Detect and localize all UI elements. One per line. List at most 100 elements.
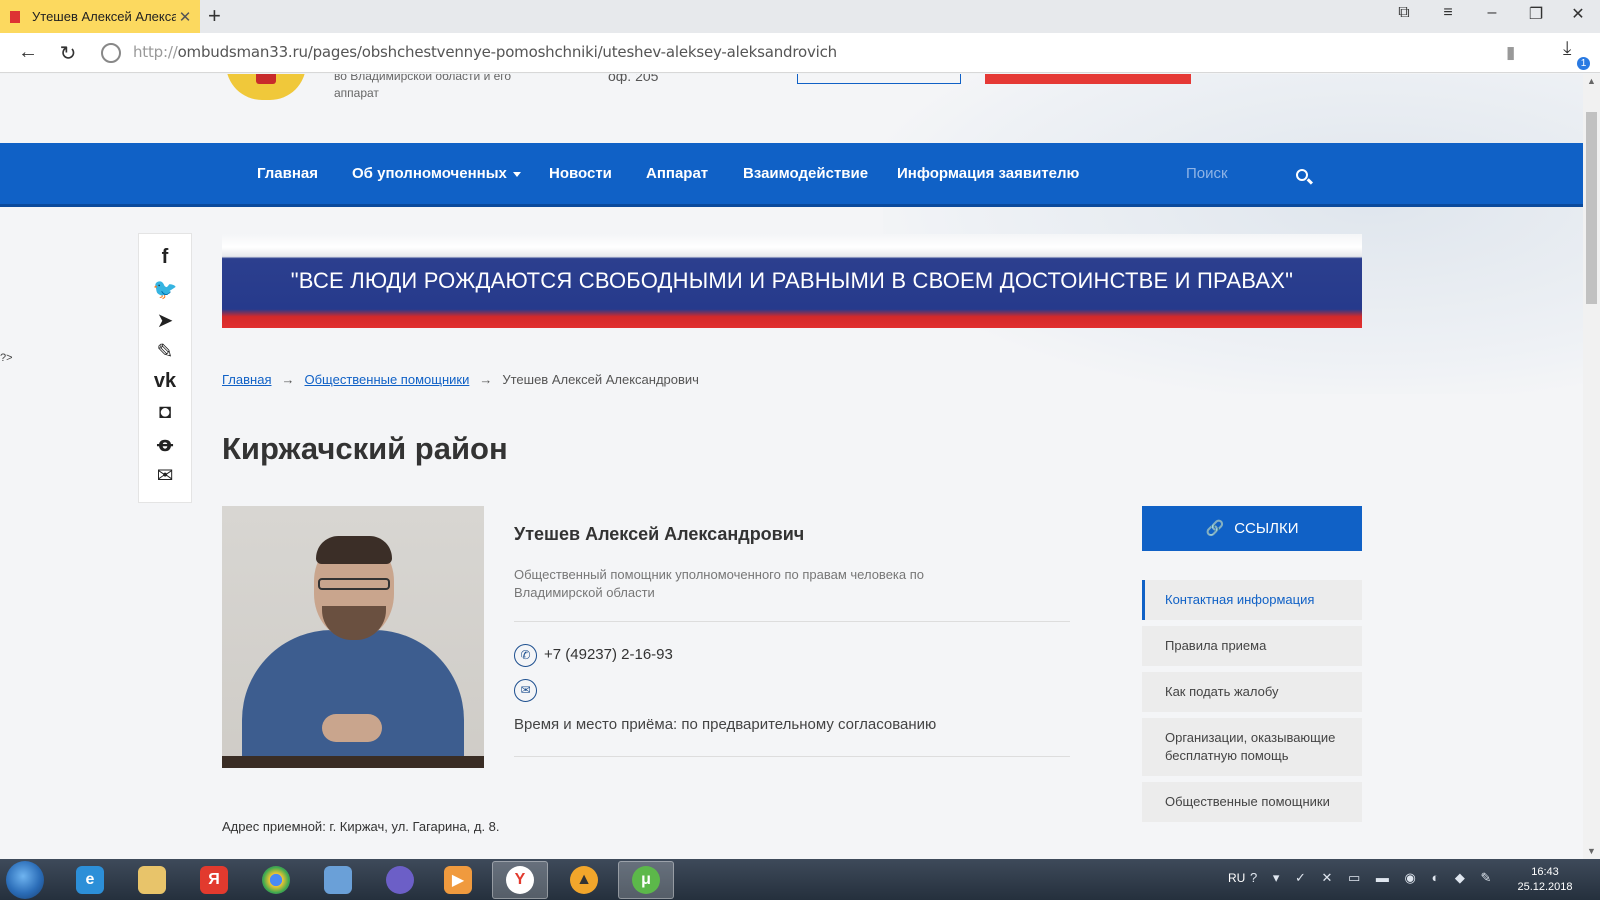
- emblem-logo[interactable]: [226, 74, 306, 100]
- photo-glasses: [318, 578, 390, 590]
- browser-tab-active[interactable]: Утешев Алексей Александрович ✕: [0, 0, 200, 33]
- back-icon[interactable]: ←: [16, 41, 40, 64]
- breadcrumb-section[interactable]: Общественные помощники: [304, 372, 469, 387]
- photo-hands: [322, 714, 382, 742]
- link-reception-rules[interactable]: Правила приема: [1142, 626, 1362, 666]
- scroll-up-icon[interactable]: ▲: [1583, 76, 1600, 86]
- arrow-right-icon: →: [281, 372, 295, 387]
- person-phone[interactable]: +7 (49237) 2-16-93: [544, 646, 673, 663]
- menu-icon[interactable]: ≡: [1436, 4, 1460, 22]
- telegram-icon[interactable]: ➤: [139, 308, 191, 333]
- scroll-down-icon[interactable]: ▼: [1583, 846, 1600, 856]
- envelope-icon[interactable]: ✉: [514, 679, 537, 702]
- nav-about[interactable]: Об уполномоченных: [352, 165, 521, 182]
- odnoklassniki-icon[interactable]: ꝋ: [139, 432, 191, 457]
- taskbar-audio[interactable]: [310, 861, 366, 899]
- breadcrumb-home[interactable]: Главная: [222, 372, 271, 387]
- stray-php-tag: ?>: [0, 352, 13, 364]
- reload-icon[interactable]: ↻: [56, 41, 80, 66]
- divider: [514, 756, 1070, 757]
- taskbar-yandex-browser[interactable]: Y: [492, 861, 548, 899]
- taskbar-ie[interactable]: e: [62, 861, 118, 899]
- bookmark-icon[interactable]: ▮: [1506, 43, 1515, 63]
- chevron-down-icon: [512, 171, 521, 177]
- downloads-icon[interactable]: ⤓: [1563, 38, 1571, 60]
- arrow-right-icon: →: [479, 372, 493, 387]
- page-scrollbar[interactable]: ▲ ▼: [1583, 74, 1600, 859]
- minimize-icon[interactable]: –: [1480, 4, 1504, 22]
- reception-info: Время и место приёма: по предварительном…: [514, 716, 937, 733]
- restore-icon[interactable]: ❐: [1524, 4, 1548, 24]
- hexagon-app-icon: [386, 866, 414, 894]
- clock-date: 25.12.2018: [1517, 881, 1573, 893]
- keyboard-language[interactable]: RU: [1228, 871, 1245, 885]
- pencil-icon[interactable]: ✎: [139, 339, 191, 364]
- start-button[interactable]: [6, 861, 44, 899]
- reception-address: Адрес приемной: г. Киржач, ул. Гагарина,…: [222, 819, 500, 834]
- downloads-count-badge: 1: [1577, 57, 1590, 70]
- photo-hair: [316, 536, 392, 564]
- taskbar-utorrent[interactable]: μ: [618, 861, 674, 899]
- site-favicon-icon: [10, 10, 20, 23]
- taskbar-aimp[interactable]: ▲: [556, 861, 612, 899]
- bookmarks-icon[interactable]: ⧉: [1392, 4, 1416, 22]
- system-tray-icons[interactable]: ? ▾ ✓ ✕ ▭ ▬ ◉ ◐ ◆ ✎: [1250, 870, 1497, 886]
- link-public-assistants[interactable]: Общественные помощники: [1142, 782, 1362, 822]
- taskbar-chrome[interactable]: [248, 861, 304, 899]
- flag-banner: "ВСЕ ЛЮДИ РОЖДАЮТСЯ СВОБОДНЫМИ И РАВНЫМИ…: [222, 234, 1362, 328]
- url-path: ombudsman33.ru/pages/obshchestvennye-pom…: [177, 43, 838, 61]
- email-icon[interactable]: ✉: [139, 463, 191, 488]
- twitter-icon[interactable]: 🐦: [139, 277, 191, 302]
- browser-tabbar: Утешев Алексей Александрович ✕ + ⧉ ≡ – ❐…: [0, 0, 1600, 33]
- banner-quote: "ВСЕ ЛЮДИ РОЖДАЮТСЯ СВОБОДНЫМИ И РАВНЫМИ…: [290, 268, 1294, 293]
- utorrent-icon: μ: [632, 866, 660, 894]
- system-clock[interactable]: 16:43 25.12.2018: [1500, 865, 1590, 895]
- photo-table: [222, 756, 484, 768]
- nav-news[interactable]: Новости: [549, 165, 612, 182]
- header-outline-button[interactable]: [797, 74, 961, 84]
- link-how-to-complain[interactable]: Как подать жалобу: [1142, 672, 1362, 712]
- new-tab-button[interactable]: +: [208, 3, 221, 29]
- breadcrumb-current: Утешев Алексей Александрович: [502, 372, 699, 387]
- phone-icon: ✆: [514, 644, 537, 667]
- header-red-button[interactable]: [985, 74, 1191, 84]
- url-scheme: http://: [133, 43, 178, 61]
- scrollbar-thumb[interactable]: [1586, 112, 1597, 304]
- media-player-icon: ▶: [444, 866, 472, 894]
- nav-interaction[interactable]: Взаимодействие: [743, 165, 868, 182]
- close-window-icon[interactable]: ✕: [1566, 4, 1590, 24]
- close-tab-icon[interactable]: ✕: [176, 8, 194, 26]
- site-header: во Владимирской области и его аппарат оф…: [0, 74, 1583, 143]
- windows-taskbar: e Я ▶ Y ▲ μ RU ? ▾ ✓ ✕ ▭ ▬ ◉ ◐ ◆ ✎ 16:43…: [0, 859, 1600, 900]
- internet-explorer-icon: e: [76, 866, 104, 894]
- links-header: 🔗 ССЫЛКИ: [1142, 506, 1362, 551]
- taskbar-media[interactable]: ▶: [430, 861, 486, 899]
- vk-icon[interactable]: vk: [139, 370, 191, 393]
- links-sidebar: Контактная информация Правила приема Как…: [1142, 580, 1362, 828]
- nav-home[interactable]: Главная: [257, 165, 318, 182]
- divider: [514, 621, 1070, 622]
- yandex-browser-icon: Y: [506, 866, 534, 894]
- search-input[interactable]: Поиск: [1186, 165, 1228, 182]
- instagram-icon[interactable]: ◘: [139, 401, 191, 424]
- folder-icon: [138, 866, 166, 894]
- nav-staff[interactable]: Аппарат: [646, 165, 708, 182]
- taskbar-explorer[interactable]: [124, 861, 180, 899]
- search-icon[interactable]: [1296, 169, 1308, 181]
- url-field[interactable]: http://ombudsman33.ru/pages/obshchestven…: [133, 43, 837, 61]
- nav-applicant-info[interactable]: Информация заявителю: [897, 165, 1079, 182]
- person-name: Утешев Алексей Александрович: [514, 524, 805, 544]
- taskbar-hex-app[interactable]: [372, 861, 428, 899]
- header-org-text: во Владимирской области и его аппарат: [334, 74, 512, 100]
- aimp-icon: ▲: [570, 866, 598, 894]
- link-free-help-orgs[interactable]: Организации, оказывающие бесплатную помо…: [1142, 718, 1362, 776]
- taskbar-yandex-app[interactable]: Я: [186, 861, 242, 899]
- share-panel: f 🐦 ➤ ✎ vk ◘ ꝋ ✉: [138, 233, 192, 503]
- page-title: Киржачский район: [222, 431, 508, 466]
- link-contacts[interactable]: Контактная информация: [1142, 580, 1362, 620]
- site-info-icon[interactable]: [101, 43, 121, 63]
- main-navigation: Главная Об уполномоченных Новости Аппара…: [0, 143, 1583, 207]
- yandex-icon: Я: [200, 866, 228, 894]
- facebook-icon[interactable]: f: [139, 246, 191, 269]
- link-icon: 🔗: [1205, 520, 1225, 537]
